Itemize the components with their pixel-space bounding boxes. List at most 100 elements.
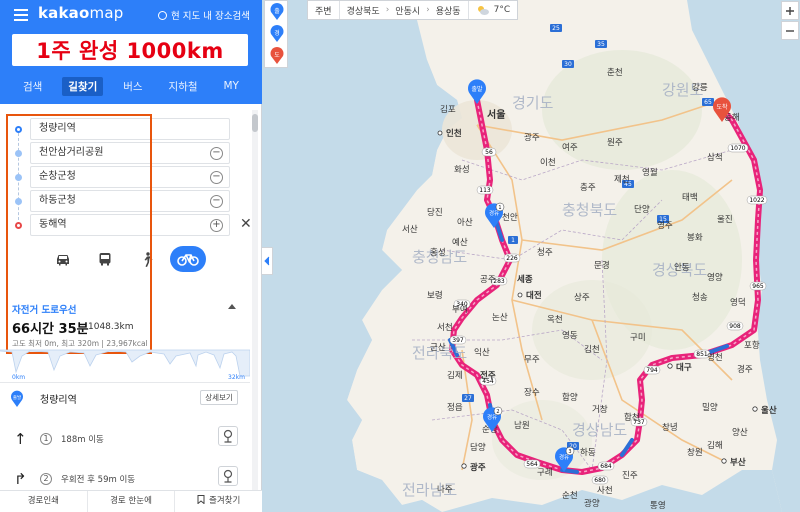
zoom-in-button[interactable] <box>781 1 799 20</box>
scrollbar[interactable] <box>252 110 258 490</box>
city-label: 순천 <box>562 490 578 501</box>
map-view[interactable]: 56 113 1 226 283 340 397 454 27 684 680 … <box>262 0 800 512</box>
chevron-right-icon: › <box>385 5 390 15</box>
list-item[interactable]: ↑ 1 188m 이동 <box>0 424 250 460</box>
city-label: 김제 <box>447 370 463 381</box>
svg-text:1070: 1070 <box>730 145 745 152</box>
city-label: 상주 <box>574 292 590 303</box>
tab-my[interactable]: MY <box>217 78 244 94</box>
city-label: 서울 <box>487 108 505 121</box>
tab-directions[interactable]: 길찾기 <box>62 76 104 96</box>
route-shield: 27 <box>462 394 474 402</box>
city-label: 홍성 <box>430 247 446 258</box>
partly-cloudy-icon <box>477 6 489 15</box>
collapse-panel-button[interactable] <box>262 247 273 275</box>
city-label: 영양 <box>707 272 723 283</box>
print-route-button[interactable]: 경로인쇄 <box>0 491 88 512</box>
straight-arrow-icon: ↑ <box>14 430 27 448</box>
weather-widget[interactable]: 7°C <box>469 1 518 19</box>
svg-text:출발: 출발 <box>471 85 483 93</box>
svg-text:출: 출 <box>274 7 280 15</box>
route-shield: 680 <box>591 475 609 485</box>
city-label: 함양 <box>562 392 578 403</box>
svg-text:2: 2 <box>496 409 499 415</box>
svg-text:27: 27 <box>464 395 472 402</box>
remove-waypoint-button[interactable]: − <box>210 147 223 160</box>
city-label: 거창 <box>592 405 608 415</box>
city-label: 영천 <box>707 352 723 363</box>
route-shield: 35 <box>595 40 607 48</box>
city-label: 제천 <box>614 174 630 185</box>
left-panel: kakaomap 현 지도 내 장소검색 1주 완성 1000km 검색 길찾기… <box>0 0 262 512</box>
city-label: 영월 <box>642 167 658 178</box>
city-label: 아산 <box>457 217 473 228</box>
profile-start-label: 0km <box>12 374 25 381</box>
collapse-caret-icon[interactable] <box>228 304 236 309</box>
zoom-out-button[interactable] <box>781 21 799 40</box>
city-label: 태백 <box>682 192 698 203</box>
tab-bus[interactable]: 버스 <box>117 77 148 96</box>
city-label: 통영 <box>650 500 666 511</box>
breadcrumb[interactable]: 경상북도 › 안동시 › 용상동 <box>340 1 469 19</box>
detail-view-button[interactable]: 상세보기 <box>200 390 238 405</box>
tab-subway[interactable]: 지하철 <box>163 77 204 96</box>
route-shield: 65 <box>702 98 714 106</box>
mode-bike-button[interactable] <box>170 246 206 272</box>
route-option[interactable]: 자전거 도로우선 <box>12 302 77 316</box>
svg-text:113: 113 <box>479 187 491 194</box>
scrollbar-thumb[interactable] <box>252 114 258 132</box>
city-label: 서천 <box>437 322 453 333</box>
marker-toolbar: 출 경 도 <box>264 0 288 68</box>
route-overview-button[interactable]: 경로 한눈에 <box>88 491 176 512</box>
svg-text:경유: 경유 <box>487 414 497 421</box>
city-label: 대전 <box>526 290 542 301</box>
svg-text:1022: 1022 <box>749 197 764 204</box>
close-route-button[interactable]: ✕ <box>240 216 252 232</box>
svg-text:3: 3 <box>568 449 571 455</box>
city-label: 익산 <box>474 347 490 358</box>
nearby-button[interactable]: 주변 <box>308 1 340 19</box>
bicycle-icon <box>177 254 199 266</box>
city-label: 단양 <box>634 204 650 215</box>
city-label: 공주 <box>480 275 496 285</box>
city-label: 광주 <box>470 462 486 473</box>
banner-text: 1주 완성 1000km <box>36 39 224 63</box>
city-label: 포항 <box>744 341 760 351</box>
step-number: 2 <box>40 473 52 485</box>
chevron-right-icon: › <box>426 5 430 15</box>
city-label: 밀양 <box>702 402 718 413</box>
svg-text:564: 564 <box>526 461 538 468</box>
city-label: 강릉 <box>692 82 708 93</box>
roadview-button[interactable] <box>218 466 238 486</box>
city-label: 울산 <box>761 405 777 416</box>
city-label: 영동 <box>562 330 578 341</box>
app-logo[interactable]: kakaomap <box>38 4 123 22</box>
favorite-button[interactable]: 즐겨찾기 <box>175 491 262 512</box>
svg-text:25: 25 <box>552 25 560 32</box>
svg-text:908: 908 <box>729 323 741 330</box>
roadview-icon <box>223 429 233 443</box>
remove-waypoint-button[interactable]: − <box>210 171 223 184</box>
remove-waypoint-button[interactable]: − <box>210 195 223 208</box>
tab-search[interactable]: 검색 <box>17 77 48 96</box>
roadview-button[interactable] <box>218 426 238 446</box>
svg-text:1: 1 <box>498 205 501 211</box>
city-label: 나주 <box>437 485 453 495</box>
city-label: 삼척 <box>707 152 723 163</box>
city-label: 부산 <box>730 457 746 468</box>
route-shield: 1070 <box>727 143 749 153</box>
city-label: 보령 <box>427 290 443 301</box>
map-canvas[interactable]: 56 113 1 226 283 340 397 454 27 684 680 … <box>262 0 800 512</box>
svg-text:397: 397 <box>452 337 464 344</box>
route-shield: 56 <box>481 147 497 157</box>
city-label: 김포 <box>440 104 456 115</box>
add-waypoint-button[interactable]: + <box>210 219 223 232</box>
marker-toolbar-icons[interactable]: 출 경 도 <box>265 1 289 69</box>
city-label: 창녕 <box>662 423 678 433</box>
route-duration: 66시간 35분 <box>12 322 89 337</box>
profile-end-label: 32km <box>228 374 245 381</box>
search-in-map-button[interactable]: 현 지도 내 장소검색 <box>158 8 250 22</box>
svg-text:경유: 경유 <box>489 210 499 217</box>
menu-icon[interactable] <box>14 9 28 21</box>
city-label: 예산 <box>452 237 468 248</box>
